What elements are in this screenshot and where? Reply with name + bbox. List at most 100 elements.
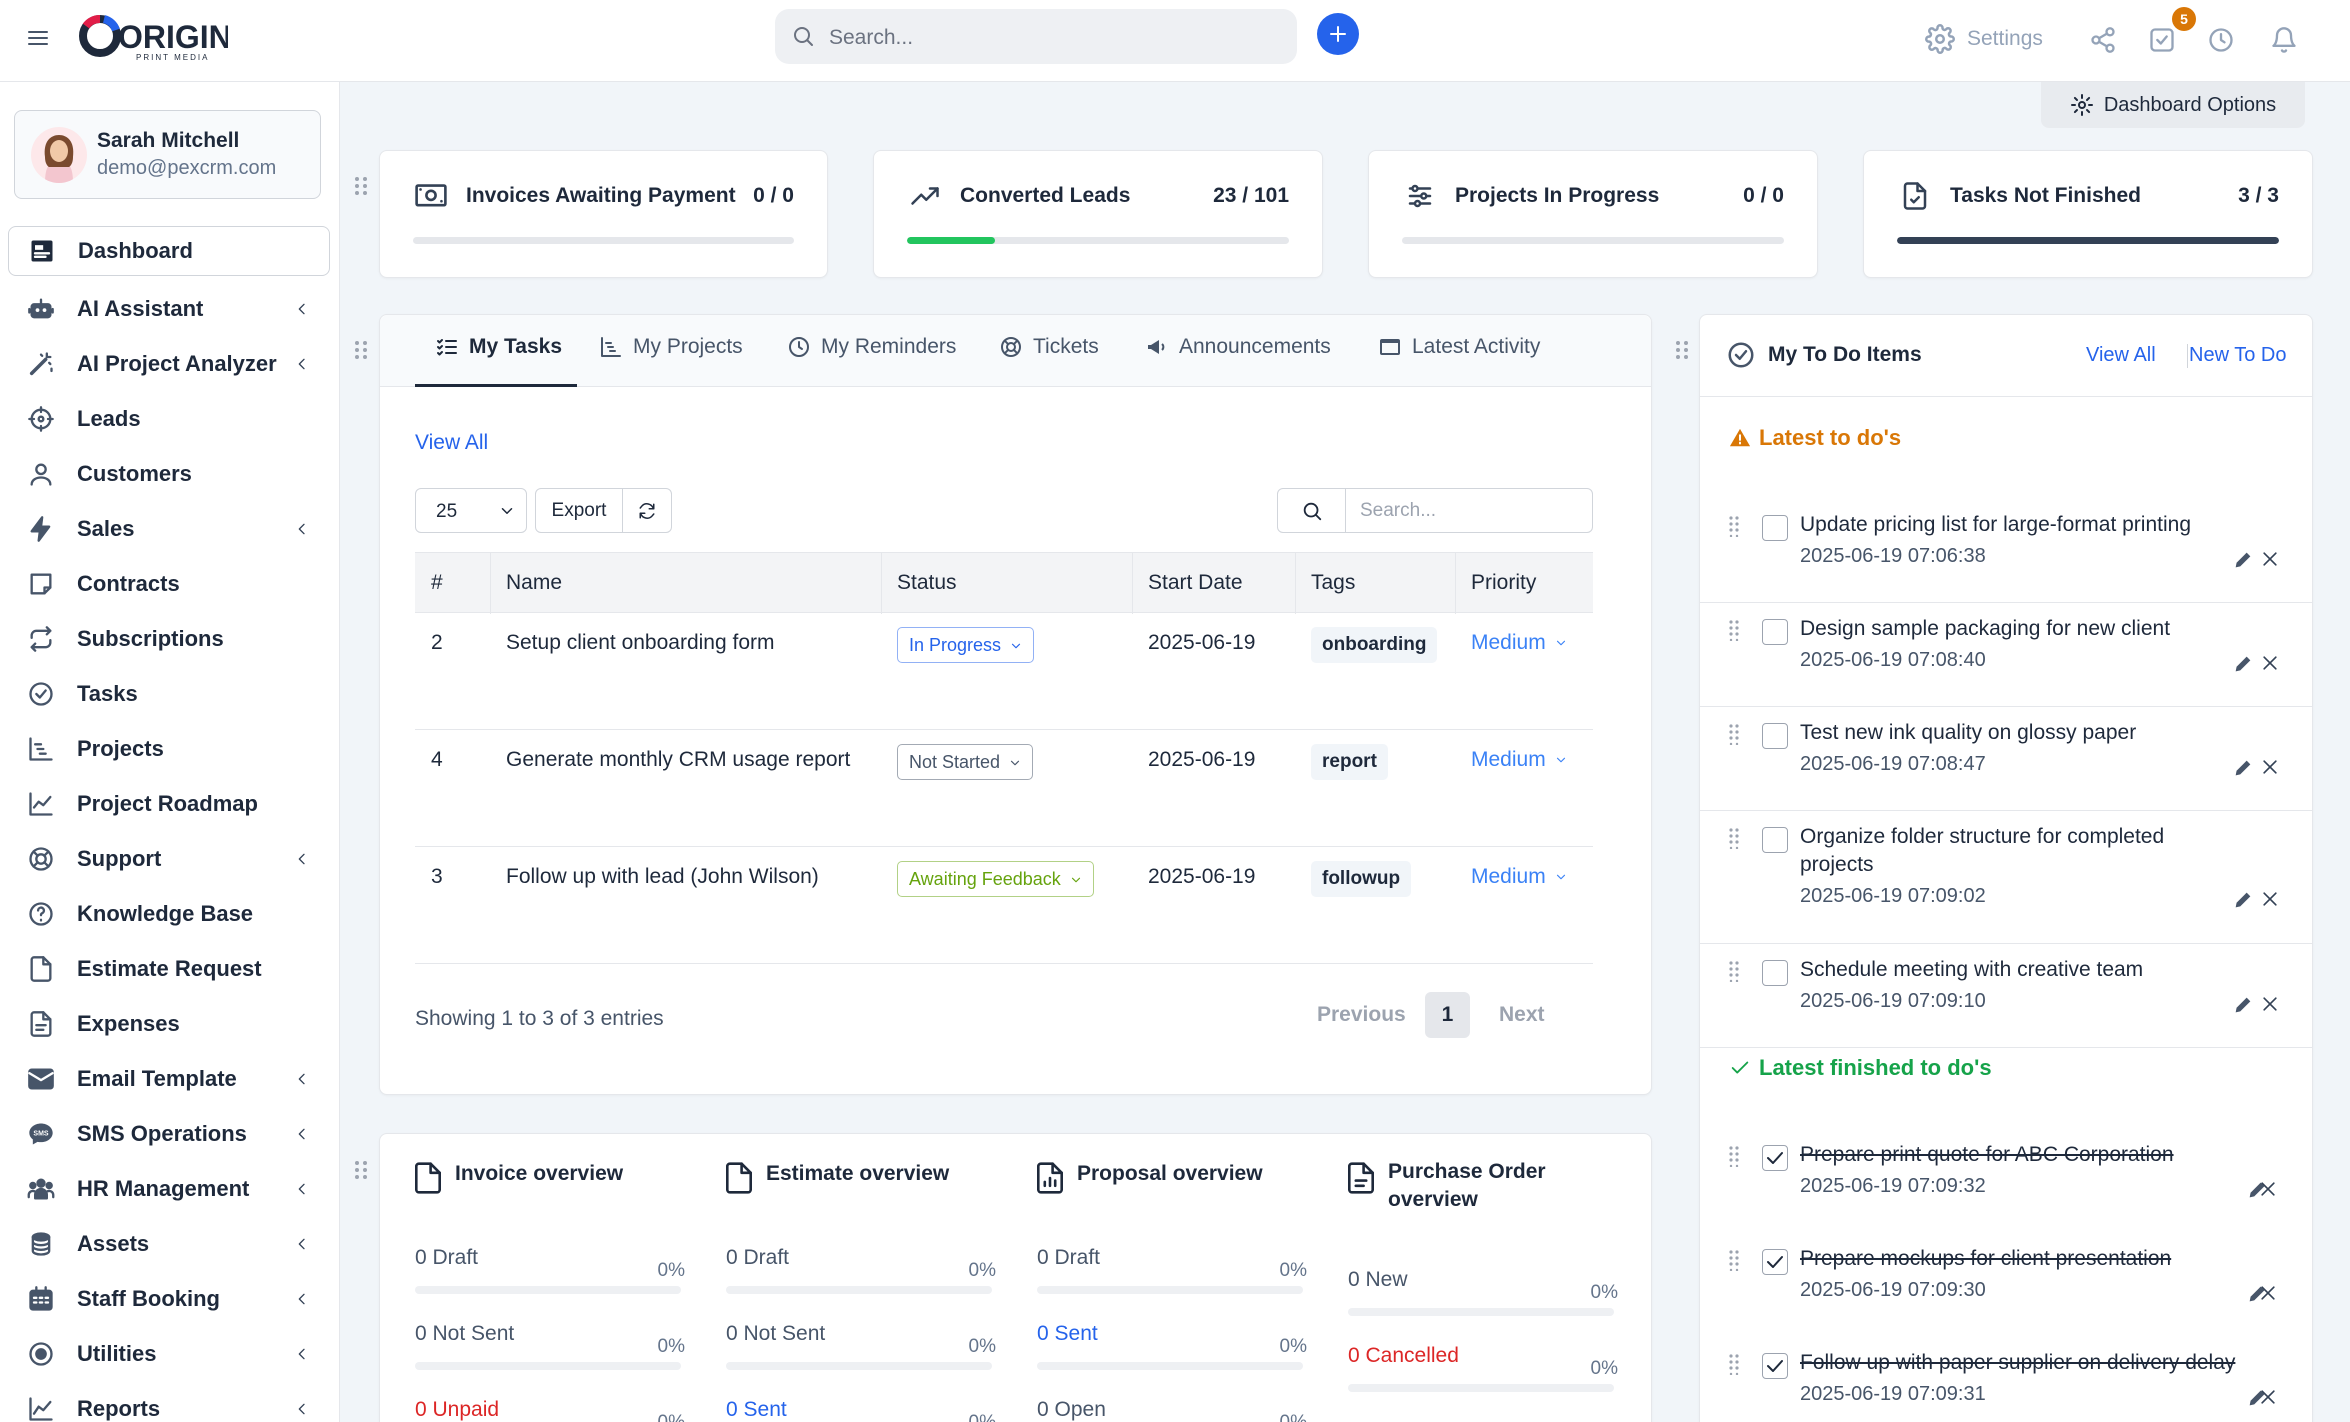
task-name-link[interactable]: Setup client onboarding form bbox=[506, 631, 775, 655]
bell-icon[interactable] bbox=[2270, 26, 2298, 54]
close-icon[interactable] bbox=[2260, 549, 2280, 569]
task-name-link[interactable]: Follow up with lead (John Wilson) bbox=[506, 865, 819, 889]
sidebar-item-estimate-request[interactable]: Estimate Request bbox=[8, 941, 330, 996]
overview-row-label[interactable]: 0 Draft bbox=[415, 1246, 681, 1270]
user-profile-card[interactable]: Sarah Mitchell demo@pexcrm.com bbox=[14, 110, 321, 199]
sidebar-item-utilities[interactable]: Utilities bbox=[8, 1326, 330, 1381]
close-icon[interactable] bbox=[2258, 1179, 2278, 1199]
todo-checkbox[interactable] bbox=[1762, 1353, 1788, 1379]
drag-handle-icon[interactable] bbox=[354, 176, 368, 196]
tab-tickets[interactable]: Tickets bbox=[999, 335, 1099, 359]
overview-row-label[interactable]: 0 Open bbox=[1037, 1398, 1303, 1422]
column-header[interactable]: Priority bbox=[1471, 571, 1536, 595]
status-dropdown[interactable]: Awaiting Feedback bbox=[897, 861, 1094, 897]
table-row[interactable]: 3 Follow up with lead (John Wilson) Awaiti… bbox=[415, 847, 1593, 964]
stat-card-projects[interactable]: Projects In Progress 0 / 0 bbox=[1368, 150, 1818, 278]
pencil-icon[interactable] bbox=[2232, 757, 2254, 779]
sidebar-item-assets[interactable]: Assets bbox=[8, 1216, 330, 1271]
sidebar-item-subscriptions[interactable]: Subscriptions bbox=[8, 611, 330, 666]
overview-row-label[interactable]: 0 Draft bbox=[726, 1246, 992, 1270]
table-search-input[interactable]: Search... bbox=[1277, 488, 1593, 533]
priority-dropdown[interactable]: Medium bbox=[1471, 631, 1568, 655]
tasks-checklist-icon[interactable] bbox=[2148, 26, 2176, 54]
hamburger-menu-icon[interactable] bbox=[26, 26, 50, 50]
quick-add-button[interactable] bbox=[1317, 13, 1359, 55]
overview-row-label[interactable]: 0 Sent bbox=[1037, 1322, 1303, 1346]
todo-checkbox[interactable] bbox=[1762, 960, 1788, 986]
pencil-icon[interactable] bbox=[2232, 889, 2254, 911]
overview-row-label[interactable]: 0 Not Sent bbox=[726, 1322, 992, 1346]
sidebar-item-customers[interactable]: Customers bbox=[8, 446, 330, 501]
sidebar-item-sms-operations[interactable]: SMS SMS Operations bbox=[8, 1106, 330, 1161]
origin-logo[interactable]: ORIGIN PRINT MEDIA bbox=[78, 14, 228, 62]
drag-handle-icon[interactable] bbox=[1728, 619, 1740, 641]
sidebar-item-projects[interactable]: Projects bbox=[8, 721, 330, 776]
pencil-icon[interactable] bbox=[2232, 549, 2254, 571]
sidebar-item-ai-project-analyzer[interactable]: AI Project Analyzer bbox=[8, 336, 330, 391]
overview-row-label[interactable]: 0 Cancelled bbox=[1348, 1344, 1614, 1368]
column-header[interactable]: Name bbox=[506, 571, 562, 595]
todo-checkbox[interactable] bbox=[1762, 1145, 1788, 1171]
close-icon[interactable] bbox=[2260, 889, 2280, 909]
pencil-icon[interactable] bbox=[2232, 653, 2254, 675]
settings-button[interactable]: Settings bbox=[1925, 24, 2043, 54]
drag-handle-icon[interactable] bbox=[354, 1160, 368, 1180]
sidebar-item-knowledge-base[interactable]: Knowledge Base bbox=[8, 886, 330, 941]
overview-row-label[interactable]: 0 Unpaid bbox=[415, 1398, 681, 1422]
new-todo-link[interactable]: New To Do bbox=[2189, 344, 2286, 367]
column-header[interactable]: Tags bbox=[1311, 571, 1355, 595]
todo-checkbox[interactable] bbox=[1762, 619, 1788, 645]
close-icon[interactable] bbox=[2260, 994, 2280, 1014]
tab-my-projects[interactable]: My Projects bbox=[599, 335, 743, 359]
todo-view-all-link[interactable]: View All bbox=[2086, 344, 2156, 367]
close-icon[interactable] bbox=[2260, 653, 2280, 673]
overview-row-label[interactable]: 0 New bbox=[1348, 1268, 1614, 1292]
table-row[interactable]: 2 Setup client onboarding form In Progress… bbox=[415, 613, 1593, 730]
drag-handle-icon[interactable] bbox=[1728, 1249, 1740, 1271]
sidebar-item-hr-management[interactable]: HR Management bbox=[8, 1161, 330, 1216]
pencil-icon[interactable] bbox=[2232, 994, 2254, 1016]
sidebar-item-expenses[interactable]: Expenses bbox=[8, 996, 330, 1051]
todo-checkbox[interactable] bbox=[1762, 723, 1788, 749]
table-row[interactable]: 4 Generate monthly CRM usage report Not St… bbox=[415, 730, 1593, 847]
pagination-page[interactable]: 1 bbox=[1425, 992, 1470, 1038]
share-icon[interactable] bbox=[2089, 26, 2117, 54]
drag-handle-icon[interactable] bbox=[1728, 1145, 1740, 1167]
status-dropdown[interactable]: Not Started bbox=[897, 744, 1034, 780]
overview-row-label[interactable]: 0 Draft bbox=[1037, 1246, 1303, 1270]
todo-checkbox[interactable] bbox=[1762, 1249, 1788, 1275]
sidebar-item-email-template[interactable]: Email Template bbox=[8, 1051, 330, 1106]
tab-announcements[interactable]: Announcements bbox=[1145, 335, 1331, 359]
tab-my-reminders[interactable]: My Reminders bbox=[787, 335, 956, 359]
drag-handle-icon[interactable] bbox=[354, 340, 368, 360]
reload-button[interactable] bbox=[622, 488, 672, 533]
sidebar-item-staff-booking[interactable]: Staff Booking bbox=[8, 1271, 330, 1326]
drag-handle-icon[interactable] bbox=[1728, 827, 1740, 849]
dashboard-options-button[interactable]: Dashboard Options bbox=[2041, 82, 2305, 128]
priority-dropdown[interactable]: Medium bbox=[1471, 865, 1568, 889]
sidebar-item-sales[interactable]: Sales bbox=[8, 501, 330, 556]
stat-card-invoices[interactable]: Invoices Awaiting Payment 0 / 0 bbox=[379, 150, 828, 278]
todo-checkbox[interactable] bbox=[1762, 515, 1788, 541]
todo-checkbox[interactable] bbox=[1762, 827, 1788, 853]
column-header[interactable]: Status bbox=[897, 571, 957, 595]
close-icon[interactable] bbox=[2258, 1283, 2278, 1303]
drag-handle-icon[interactable] bbox=[1728, 515, 1740, 537]
drag-handle-icon[interactable] bbox=[1728, 960, 1740, 982]
export-button[interactable]: Export bbox=[535, 488, 623, 533]
tab-my-tasks[interactable]: My Tasks bbox=[435, 335, 562, 359]
drag-handle-icon[interactable] bbox=[1728, 1353, 1740, 1375]
overview-row-label[interactable]: 0 Not Sent bbox=[415, 1322, 681, 1346]
column-header[interactable]: # bbox=[431, 571, 443, 595]
pagination-previous[interactable]: Previous bbox=[1317, 1003, 1406, 1027]
sidebar-item-dashboard[interactable]: Dashboard bbox=[8, 226, 330, 276]
sidebar-item-support[interactable]: Support bbox=[8, 831, 330, 886]
close-icon[interactable] bbox=[2260, 757, 2280, 777]
close-icon[interactable] bbox=[2258, 1387, 2278, 1407]
pagination-next[interactable]: Next bbox=[1499, 1003, 1545, 1027]
stat-card-converted-leads[interactable]: Converted Leads 23 / 101 bbox=[873, 150, 1323, 278]
sidebar-item-contracts[interactable]: Contracts bbox=[8, 556, 330, 611]
status-dropdown[interactable]: In Progress bbox=[897, 627, 1035, 663]
sidebar-item-ai-assistant[interactable]: AI Assistant bbox=[8, 281, 330, 336]
sidebar-item-tasks[interactable]: Tasks bbox=[8, 666, 330, 721]
